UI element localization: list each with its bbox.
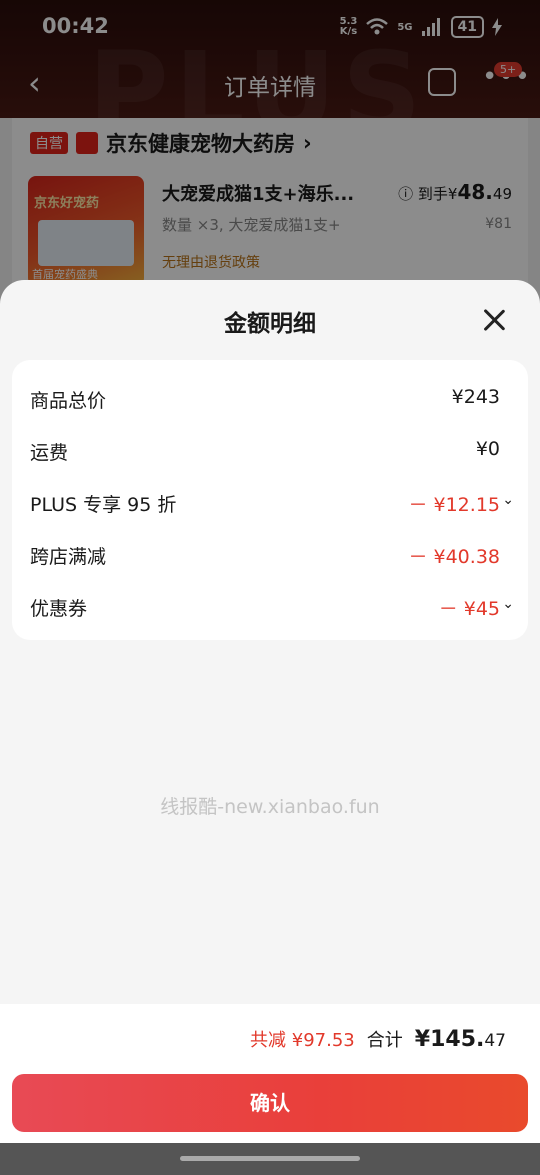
total-label: 合计 — [366, 1030, 403, 1051]
row-plus-discount[interactable]: PLUS 专享 95 折 － ¥12.15 ⌄ — [12, 484, 528, 524]
price-breakdown-card: 商品总价 ¥243 运费 ¥0 PLUS 专享 95 折 － ¥12.15 ⌄ … — [12, 360, 528, 640]
total-saved: 共减 ¥97.53 — [250, 1030, 355, 1051]
price-summary: 共减 ¥97.53 合计 ¥145.47 — [250, 1026, 506, 1052]
price-detail-sheet: 金额明细 商品总价 ¥243 运费 ¥0 PLUS 专享 95 折 － ¥12.… — [0, 280, 540, 1175]
row-coupon[interactable]: 优惠券 － ¥45 ⌄ — [12, 588, 528, 628]
sheet-title: 金额明细 — [224, 311, 316, 337]
row-cross-store-discount: 跨店满减 － ¥40.38 — [30, 546, 500, 568]
confirm-button[interactable]: 确认 — [12, 1074, 528, 1132]
gesture-bar — [0, 1143, 540, 1175]
close-icon[interactable] — [478, 304, 510, 336]
sheet-footer: 共减 ¥97.53 合计 ¥145.47 确认 — [0, 1004, 540, 1175]
home-indicator[interactable] — [180, 1156, 360, 1161]
row-total-price: 商品总价 ¥243 — [30, 386, 500, 412]
chevron-down-icon[interactable]: ⌄ — [502, 492, 514, 508]
row-shipping: 运费 ¥0 — [30, 438, 500, 464]
chevron-down-icon[interactable]: ⌄ — [502, 596, 514, 612]
total-amount: ¥145.47 — [414, 1027, 506, 1052]
watermark-text: 线报酷-new.xianbao.fun — [160, 796, 380, 818]
